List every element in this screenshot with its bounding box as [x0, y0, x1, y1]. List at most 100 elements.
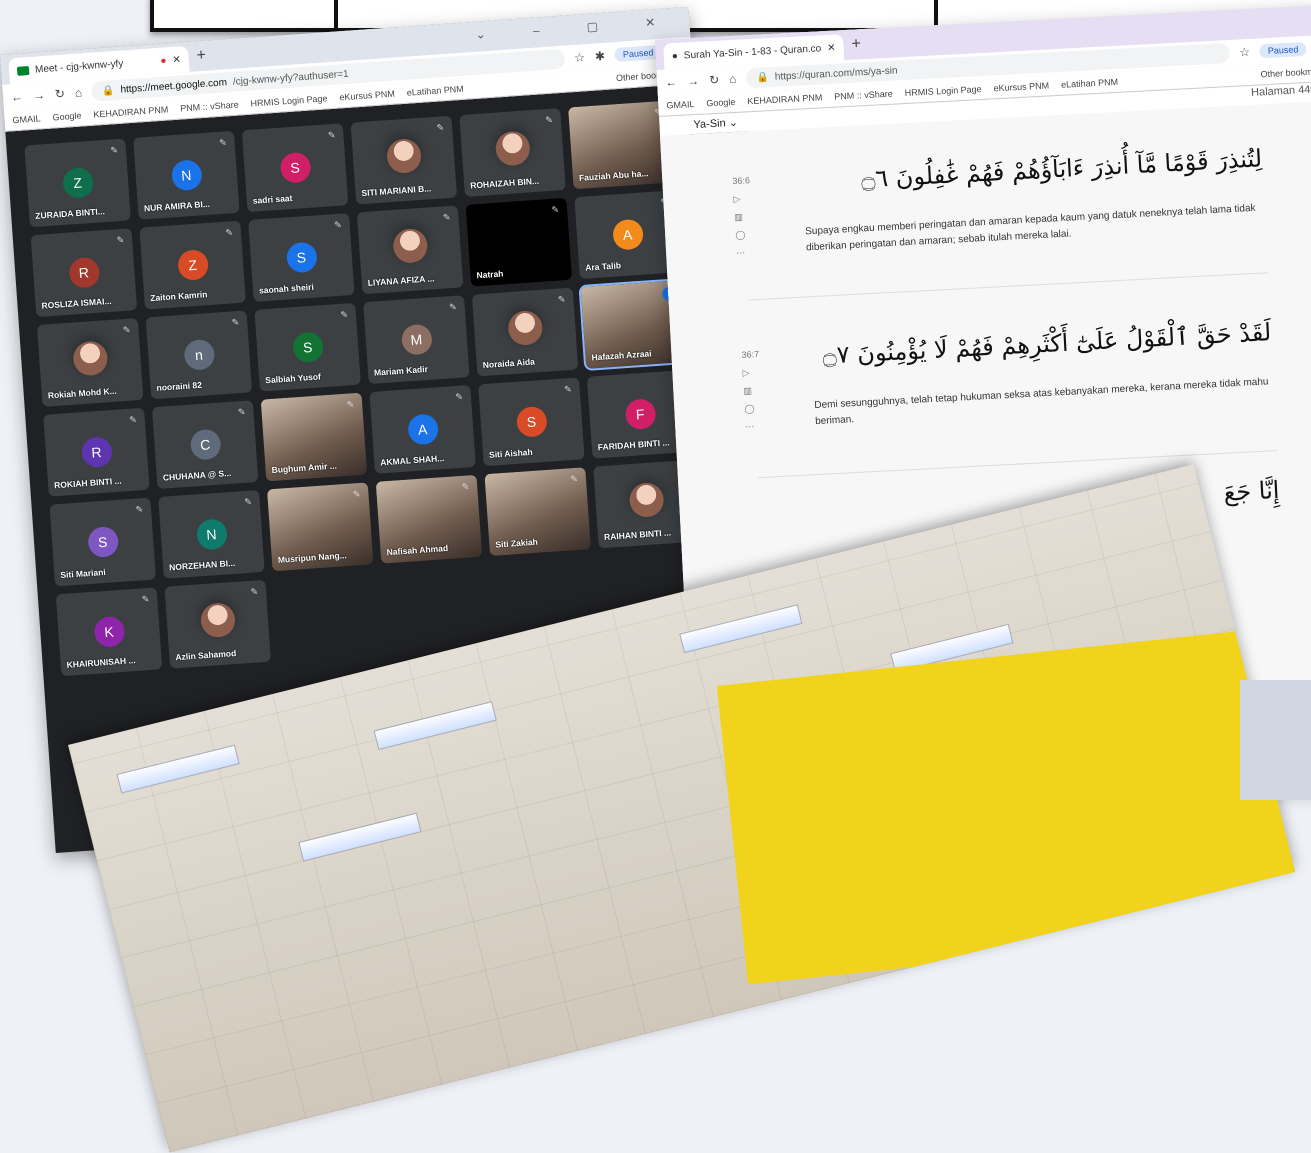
participant-tile[interactable]: S ✎ Salbiah Yusof	[254, 302, 361, 392]
ceiling-light	[116, 744, 240, 794]
participant-tile[interactable]: ✎ Azlin Sahamod	[164, 579, 271, 669]
participant-tile[interactable]: N ✎ NUR AMIRA BI...	[133, 130, 240, 220]
participant-avatar: S	[515, 405, 548, 438]
comment-icon[interactable]: ◯	[744, 399, 762, 418]
forward-icon[interactable]: →	[32, 88, 45, 103]
participant-name: saonah sheiri	[258, 281, 315, 296]
reload-icon[interactable]: ↻	[54, 87, 65, 102]
verse-tools: 36:7 ▷ ▥ ◯ ⋯	[741, 345, 763, 436]
participant-tile[interactable]: Z ✎ Zaiton Kamrin	[139, 220, 246, 310]
participant-tile[interactable]: ✎ Siti Zakiah	[484, 467, 591, 557]
participant-name: ZURAIDA BINTI...	[34, 206, 106, 221]
back-icon[interactable]: ←	[665, 75, 678, 90]
play-icon[interactable]: ▷	[733, 189, 751, 208]
extensions-icon[interactable]: ✱	[594, 49, 605, 64]
bookmark-ekursus[interactable]: eKursus PNM	[339, 89, 395, 103]
bookmark-google[interactable]: Google	[52, 110, 82, 122]
bookmark-elatihan[interactable]: eLatihan PNM	[406, 84, 464, 98]
participant-tile[interactable]: ✎ Nafisah Ahmad	[375, 474, 483, 564]
participant-tile[interactable]: K ✎ KHAIRUNISAH ...	[55, 587, 163, 677]
book-icon[interactable]: ▥	[734, 207, 752, 226]
close-tab-icon[interactable]: ✕	[172, 54, 181, 66]
mic-muted-icon: ✎	[122, 324, 131, 336]
surah-selector[interactable]: Ya-Sin ⌄	[693, 116, 738, 131]
play-icon[interactable]: ▷	[742, 363, 760, 382]
participant-tile[interactable]: Z ✎ ZURAIDA BINTI...	[24, 138, 131, 228]
star-icon[interactable]: ☆	[574, 50, 586, 65]
verse-arabic: لَقَدْ حَقَّ ٱلْقَوْلُ عَلَىٰٓ أَكْثَرِه…	[821, 318, 1272, 370]
book-icon[interactable]: ▥	[743, 381, 761, 400]
participant-avatar: N	[170, 159, 203, 192]
mic-muted-icon: ✎	[570, 473, 579, 485]
participant-tile[interactable]: ✎ Natrah	[465, 197, 573, 287]
participant-tile[interactable]: ✎ LIYANA AFIZA ...	[356, 205, 464, 295]
close-tab-icon[interactable]: ✕	[827, 42, 836, 53]
lock-icon: 🔒	[756, 71, 770, 84]
bookmark-vshare[interactable]: PNM :: vShare	[180, 99, 239, 113]
mic-muted-icon: ✎	[128, 414, 138, 425]
participant-name: Natrah	[476, 268, 504, 281]
participant-tile[interactable]: n ✎ nooraini 82	[145, 310, 253, 400]
participant-tile[interactable]: S ✎ saonah sheiri	[248, 213, 355, 302]
participant-tile[interactable]: R ✎ ROKIAH BINTI ...	[43, 407, 150, 497]
bookmark-elatihan[interactable]: eLatihan PNM	[1061, 77, 1118, 90]
participant-tile[interactable]: S ✎ Siti Aishah	[478, 377, 585, 467]
participant-tile[interactable]: R ✎ ROSLIZA ISMAI...	[30, 228, 138, 318]
participant-tile[interactable]: ✎ Musripun Nang...	[266, 482, 374, 572]
participant-name: Mariam Kadir	[373, 363, 429, 378]
bookmark-hrmis[interactable]: HRMIS Login Page	[250, 93, 328, 108]
mic-muted-icon: ✎	[116, 234, 125, 246]
back-icon[interactable]: ←	[10, 90, 23, 105]
bookmark-vshare[interactable]: PNM :: vShare	[834, 89, 893, 102]
bookmark-kehadiran[interactable]: KEHADIRAN PNM	[747, 92, 822, 106]
participant-name: KHAIRUNISAH ...	[66, 655, 136, 670]
participant-tile[interactable]: ✎ Rokiah Mohd K...	[36, 318, 144, 407]
participant-avatar: M	[400, 323, 433, 356]
participant-tile[interactable]: M ✎ Mariam Kadir	[363, 295, 470, 385]
participant-tile[interactable]: ✎ Noraida Aida	[471, 287, 579, 377]
verse-block: 36:6 ▷ ▥ ◯ ⋯ لِتُنذِرَ قَوْمًا مَّآ أُنذ…	[732, 144, 1266, 259]
lock-icon: 🔒	[101, 84, 115, 97]
reload-icon[interactable]: ↻	[709, 73, 720, 88]
new-tab-button[interactable]: +	[851, 35, 861, 53]
participant-tile[interactable]: ✎ Bughum Amir ...	[260, 392, 368, 482]
more-icon[interactable]: ⋯	[736, 243, 754, 262]
participant-tile[interactable]: S ✎ sadri saat	[241, 123, 349, 213]
mic-muted-icon: ✎	[340, 309, 349, 320]
mic-muted-icon: ✎	[455, 391, 464, 403]
home-icon[interactable]: ⌂	[729, 72, 737, 86]
bookmark-gmail[interactable]: GMAIL	[12, 113, 41, 125]
home-icon[interactable]: ⌂	[74, 85, 82, 99]
participant-avatar: R	[67, 256, 100, 289]
participant-name: Azlin Sahamod	[175, 647, 237, 663]
new-tab-button[interactable]: +	[196, 47, 207, 66]
ceiling-light	[373, 701, 497, 751]
mic-muted-icon: ✎	[110, 145, 119, 156]
more-icon[interactable]: ⋯	[745, 417, 763, 436]
participant-tile[interactable]: ✎ ROHAIZAH BIN...	[459, 108, 566, 197]
participant-tile[interactable]: ✎ SITI MARIANI B...	[350, 115, 458, 205]
verse-translation: Supaya engkau memberi peringatan dan ama…	[804, 202, 1256, 254]
star-icon[interactable]: ☆	[1239, 45, 1250, 60]
other-bookmarks[interactable]: Other bookmarks	[1260, 66, 1311, 80]
ceiling-light	[298, 812, 422, 862]
participant-tile[interactable]: N ✎ NORZEHAN BI...	[158, 489, 265, 579]
forward-icon[interactable]: →	[687, 74, 700, 89]
participant-avatar: N	[195, 518, 228, 551]
participant-tile[interactable]: C ✎ CHUHANA @ S...	[151, 400, 259, 490]
mic-muted-icon: ✎	[448, 301, 458, 313]
bookmark-gmail[interactable]: GMAIL	[666, 99, 695, 110]
verse-translation: Demi sesungguhnya, telah tetap hukuman s…	[814, 376, 1269, 428]
comment-icon[interactable]: ◯	[735, 225, 753, 244]
participant-name: Noraida Aida	[482, 356, 536, 371]
participant-tile[interactable]: S ✎ Siti Mariani	[49, 497, 156, 587]
bookmark-kehadiran[interactable]: KEHADIRAN PNM	[93, 104, 169, 119]
bookmark-hrmis[interactable]: HRMIS Login Page	[904, 84, 981, 98]
profile-paused-button[interactable]: Paused	[1259, 41, 1307, 59]
participant-tile[interactable]: A ✎ AKMAL SHAH...	[369, 385, 476, 474]
participant-photo	[494, 130, 531, 167]
verse-key: 36:7	[741, 348, 760, 360]
bookmark-google[interactable]: Google	[706, 97, 736, 109]
bookmark-ekursus[interactable]: eKursus PNM	[993, 80, 1049, 93]
participant-photo	[391, 227, 428, 265]
